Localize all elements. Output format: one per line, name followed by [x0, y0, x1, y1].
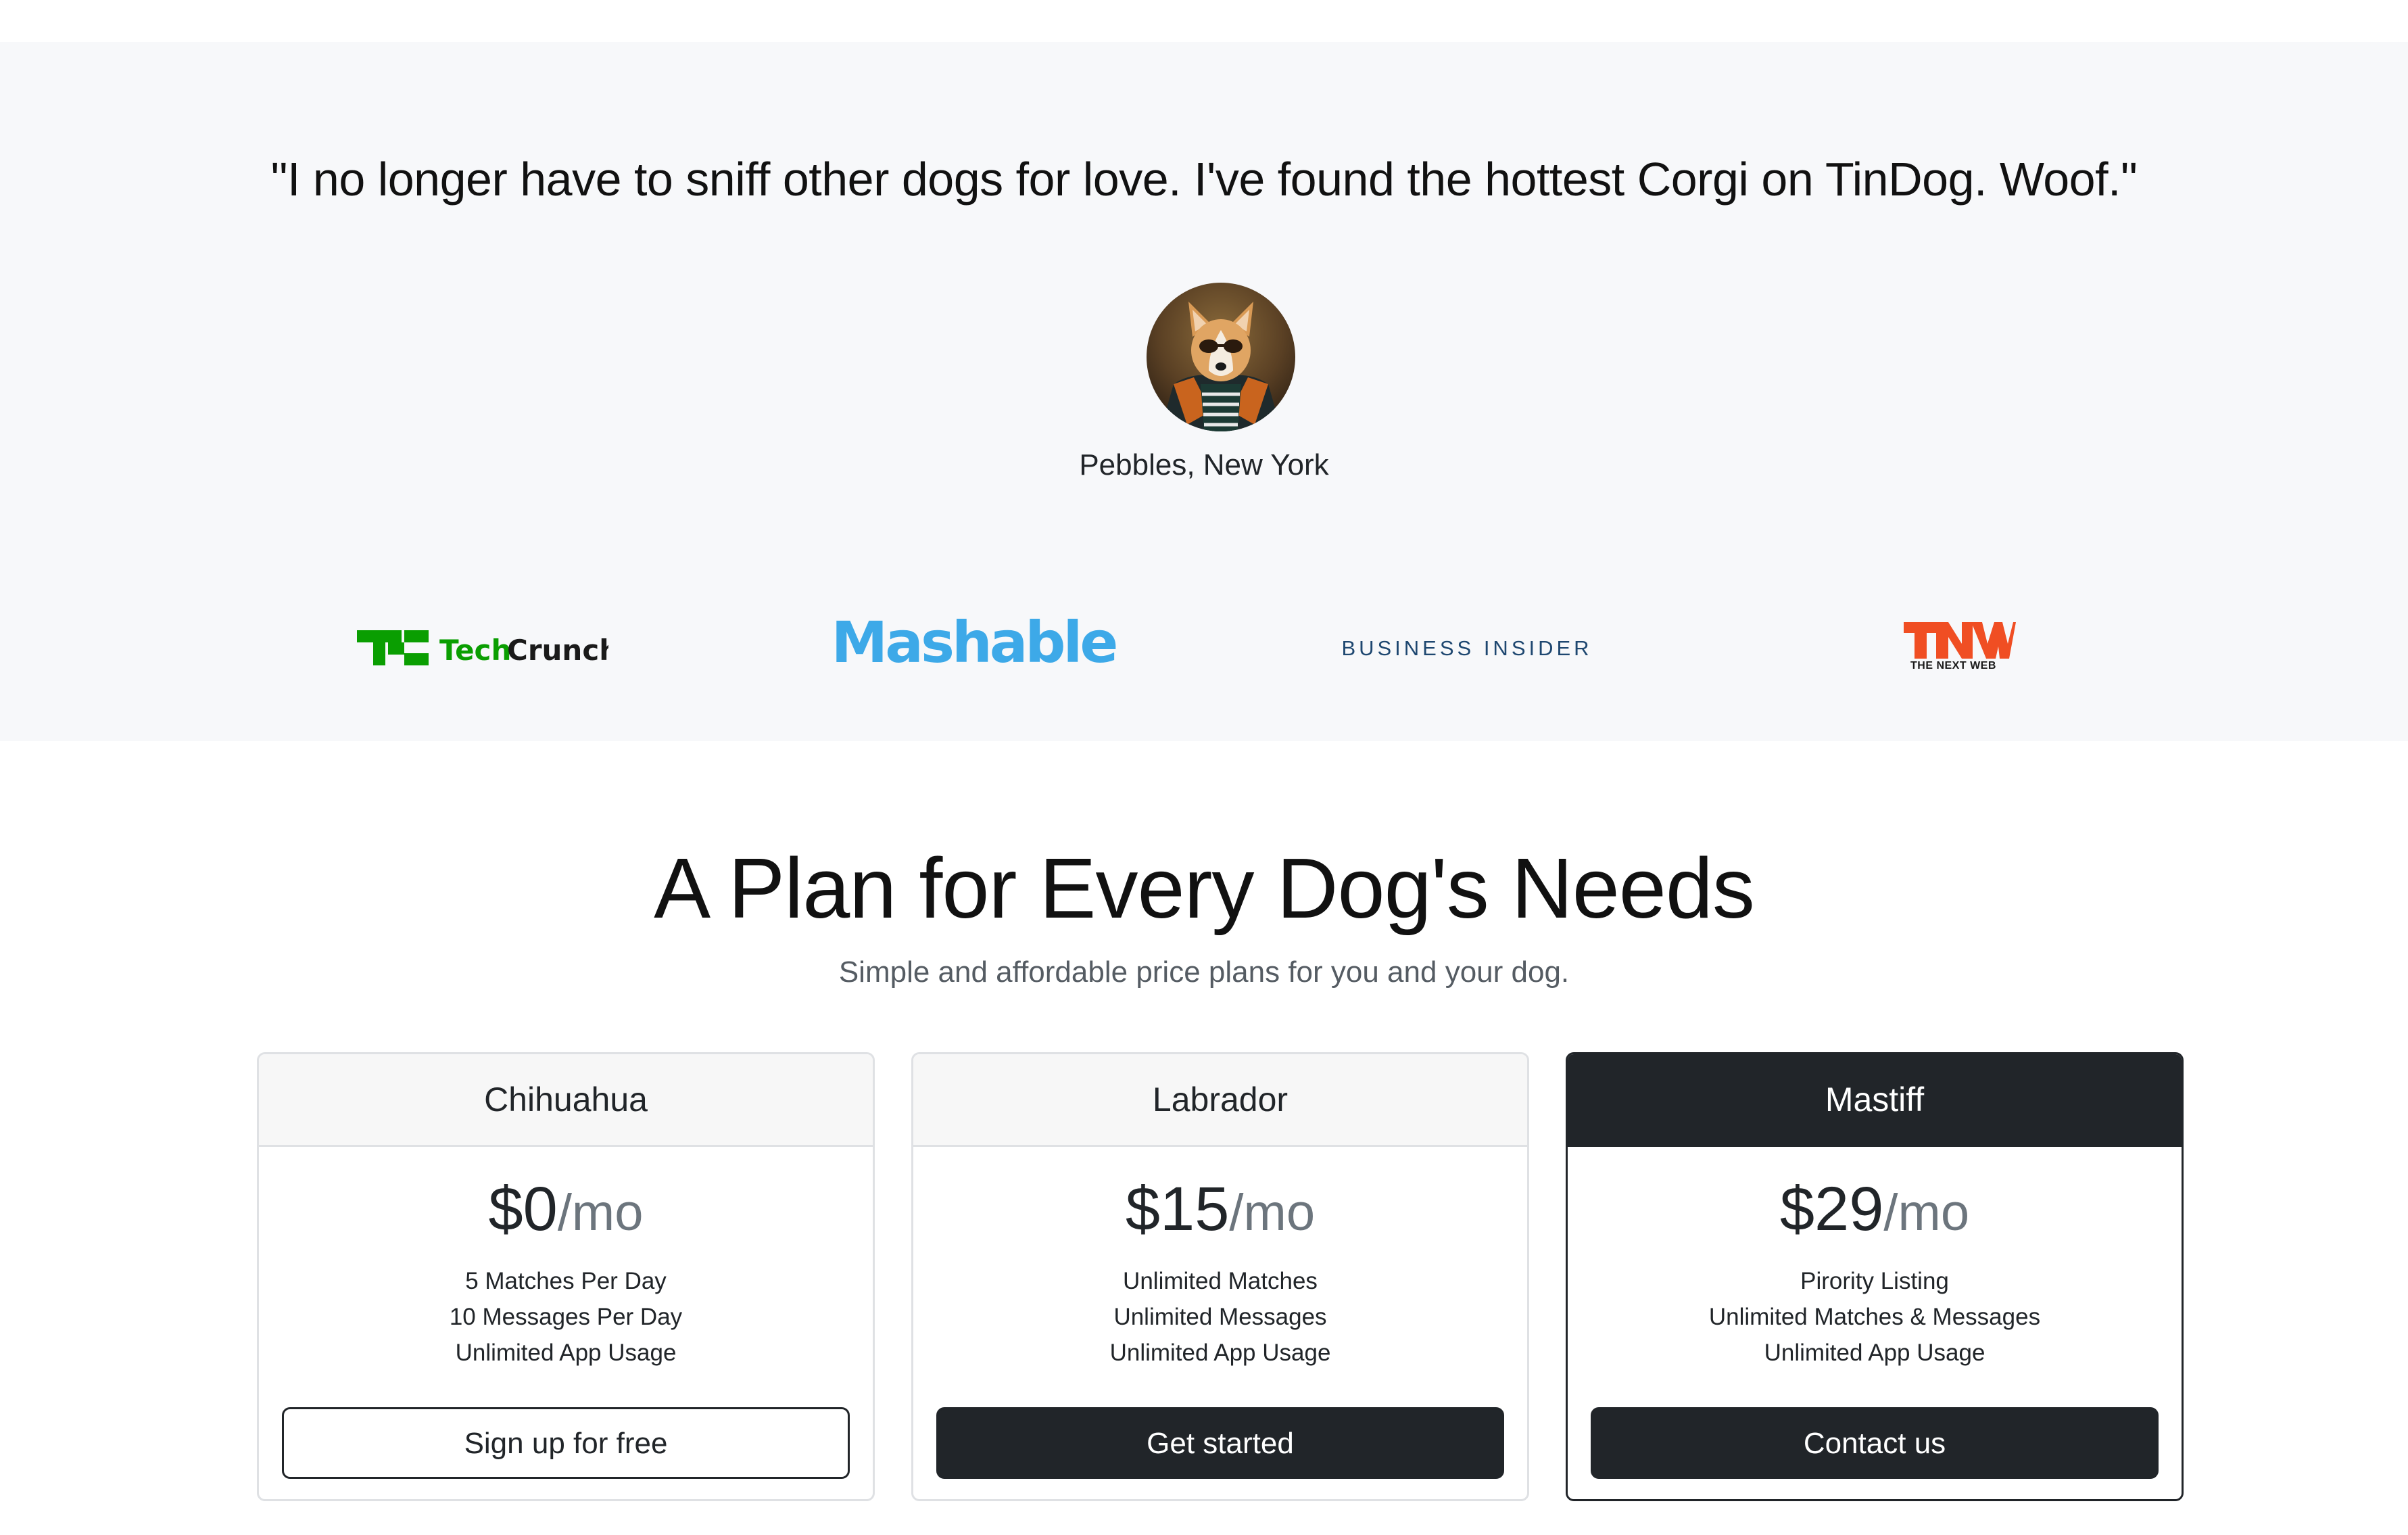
business-insider-logo: BUSINESS INSIDER — [1341, 636, 1593, 660]
sign-up-for-free-button[interactable]: Sign up for free — [282, 1407, 850, 1479]
pricing-title: A Plan for Every Dog's Needs — [654, 841, 1755, 936]
plan-feature: Unlimited Messages — [1113, 1304, 1327, 1330]
plan-name: Mastiff — [1568, 1054, 2182, 1147]
pricing-subtitle: Simple and affordable price plans for yo… — [838, 955, 1570, 989]
plan-card-labrador: Labrador $15/mo Unlimited Matches Unlimi… — [911, 1052, 1529, 1501]
plan-feature: Pirority Listing — [1800, 1268, 1949, 1294]
techcrunch-wordmark-tech: Tech — [439, 634, 511, 667]
plan-name: Chihuahua — [259, 1054, 873, 1147]
plan-price-period: /mo — [1229, 1184, 1316, 1242]
plan-feature: 10 Messages Per Day — [449, 1304, 683, 1330]
mashable-logo: Mashable — [831, 609, 1119, 676]
plan-feature: 5 Matches Per Day — [465, 1268, 667, 1294]
techcrunch-wordmark-crunch: Crunch — [507, 634, 608, 667]
plan-card-chihuahua: Chihuahua $0/mo 5 Matches Per Day 10 Mes… — [257, 1052, 875, 1501]
plan-price-period: /mo — [1883, 1184, 1970, 1242]
plan-feature-list: Unlimited Matches Unlimited Messages Unl… — [913, 1263, 1527, 1371]
plan-price: $15/mo — [913, 1170, 1527, 1252]
plan-feature: Unlimited Matches — [1123, 1268, 1318, 1294]
corgi-portrait-image — [1147, 283, 1295, 431]
techcrunch-mark-icon: Tech Crunch — [357, 630, 619, 667]
top-strip — [0, 0, 2408, 42]
tnw-subtitle: THE NEXT WEB — [1910, 660, 1996, 671]
plan-card-mastiff: Mastiff $29/mo Pirority Listing Unlimite… — [1566, 1052, 2184, 1501]
tnw-mark-icon — [1904, 622, 2016, 659]
plan-feature-list: Pirority Listing Unlimited Matches & Mes… — [1568, 1263, 2182, 1371]
plan-name: Labrador — [913, 1054, 1527, 1147]
testimonial-quote: "I no longer have to sniff other dogs fo… — [270, 153, 2138, 206]
plan-feature: Unlimited App Usage — [455, 1340, 677, 1366]
plan-feature: Unlimited App Usage — [1109, 1340, 1331, 1366]
plan-price-amount: $0 — [488, 1175, 558, 1244]
tnw-logo: THE NEXT WEB — [1901, 619, 2016, 674]
contact-us-button[interactable]: Contact us — [1591, 1407, 2159, 1479]
plan-price-amount: $29 — [1779, 1175, 1884, 1244]
plan-price-amount: $15 — [1125, 1175, 1230, 1244]
plan-feature: Unlimited App Usage — [1764, 1340, 1985, 1366]
testimonial-author: Pebbles, New York — [1079, 448, 1329, 481]
dog-avatar — [1147, 283, 1295, 431]
plan-price-period: /mo — [557, 1184, 644, 1242]
plan-feature-list: 5 Matches Per Day 10 Messages Per Day Un… — [259, 1263, 873, 1371]
techcrunch-logo: Tech Crunch — [357, 626, 619, 669]
get-started-button[interactable]: Get started — [936, 1407, 1504, 1479]
plan-price: $29/mo — [1568, 1170, 2182, 1252]
plan-feature: Unlimited Matches & Messages — [1708, 1304, 2041, 1330]
plan-price: $0/mo — [259, 1170, 873, 1252]
